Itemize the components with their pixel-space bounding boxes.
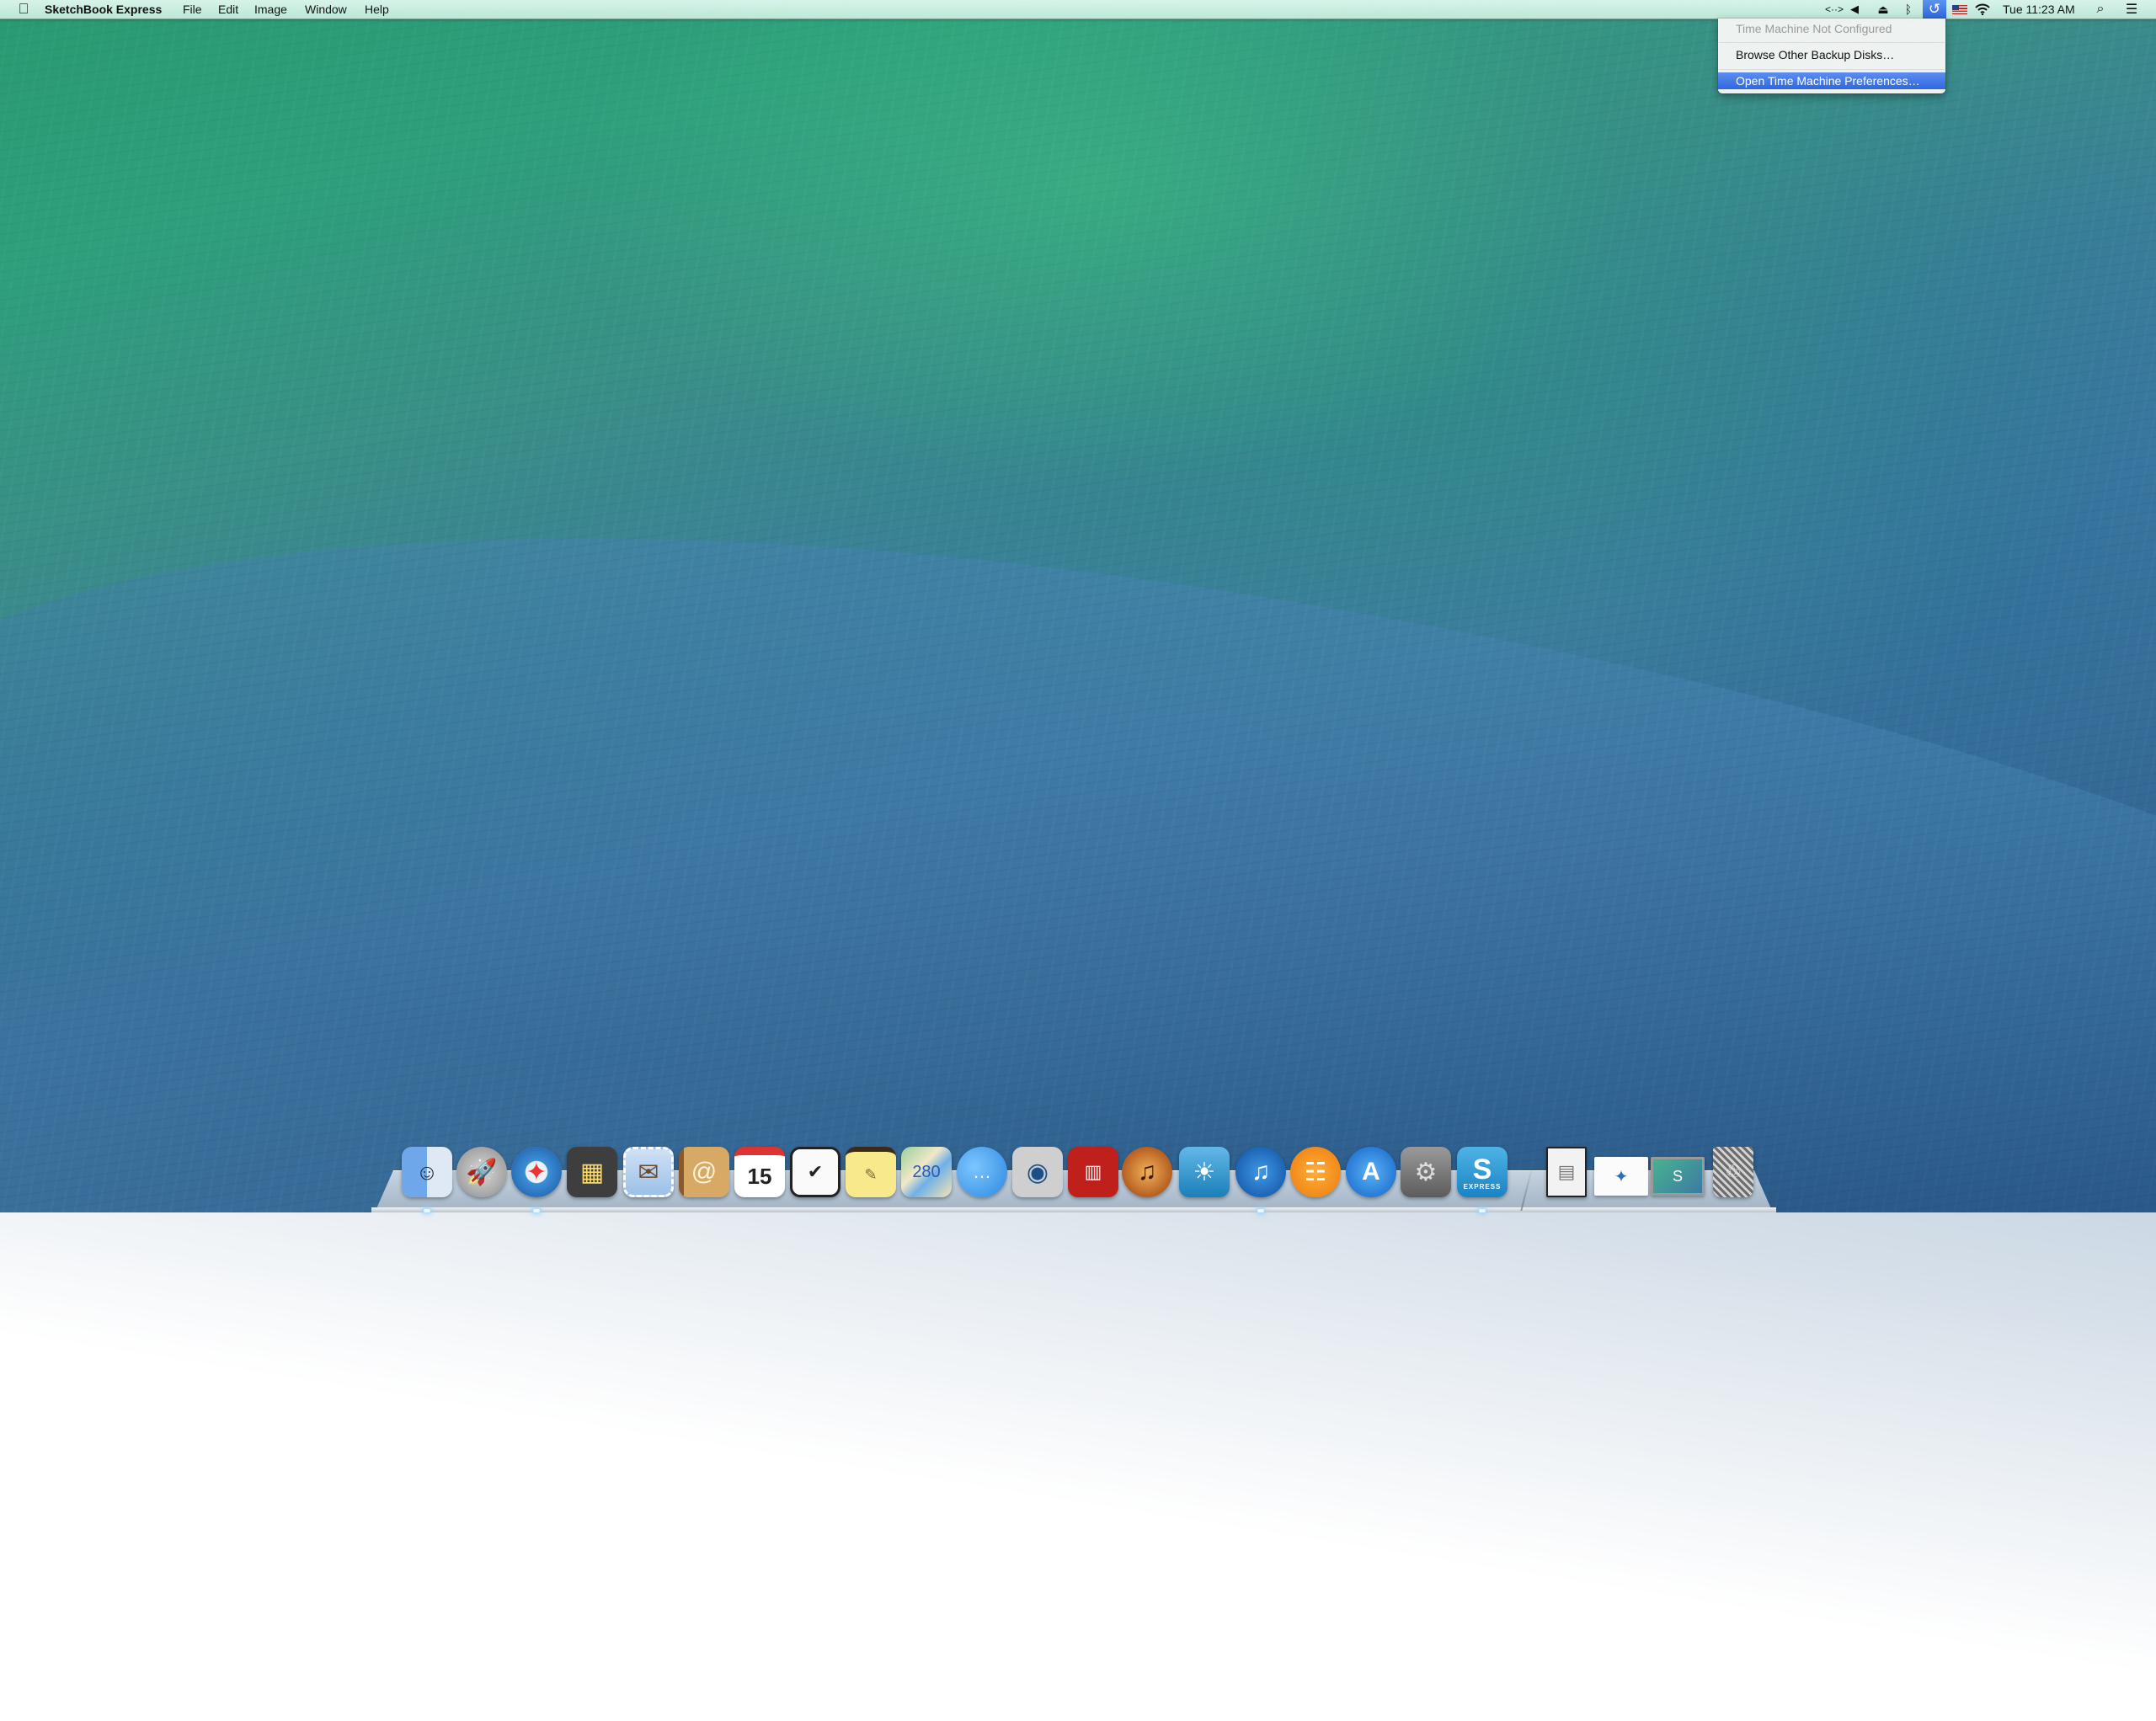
dock-mission-control-icon[interactable]: ▦ (567, 1147, 617, 1197)
dock-notes-icon[interactable]: ✎ (846, 1147, 896, 1197)
menu-item-open-time-machine-preferences[interactable]: Open Time Machine Preferences… (1718, 72, 1945, 89)
sketchbook-express-label: EXPRESS (1463, 1183, 1502, 1191)
dock-facetime-icon[interactable]: ◉ (1012, 1147, 1063, 1197)
menu-item-browse-other-backup-disks[interactable]: Browse Other Backup Disks… (1718, 46, 1945, 63)
wifi-icon[interactable] (1973, 0, 1992, 19)
dock-mail-icon[interactable]: ✉ (623, 1147, 674, 1197)
menu-item-time-machine-not-configured: Time Machine Not Configured (1736, 22, 1892, 35)
dock-app-store-icon[interactable]: A (1346, 1147, 1396, 1197)
dock-maps-icon[interactable]: 280 (901, 1147, 952, 1197)
menu-separator (1719, 69, 1945, 70)
bluetooth-icon[interactable]: ᛒ (1902, 0, 1915, 19)
wifi-glyph (1975, 3, 1990, 15)
menu-separator (1719, 42, 1945, 43)
wallpaper-texture (0, 0, 2156, 1212)
eject-icon[interactable]: ⏏ (1875, 0, 1892, 19)
dock-trash-icon[interactable]: ♲ (1713, 1147, 1753, 1197)
dock-ibooks-icon[interactable]: ☷ (1290, 1147, 1341, 1197)
volume-icon[interactable]: ◀ (1848, 0, 1861, 19)
dock-document-icon[interactable]: ▤ (1546, 1147, 1587, 1197)
dock-iphoto-icon[interactable]: ☀ (1179, 1147, 1230, 1197)
sketchbook-s-glyph: S (1472, 1154, 1492, 1186)
dock-messages-icon[interactable]: … (957, 1147, 1007, 1197)
spotlight-search-icon[interactable]: ⌕ (2093, 0, 2108, 19)
running-indicator-sketchbook (1479, 1209, 1486, 1212)
menu-bar:  SketchBook Express File Edit Image Win… (0, 0, 2156, 19)
running-indicator-itunes (1257, 1209, 1264, 1212)
dock-itunes-icon[interactable]: ♫ (1235, 1147, 1286, 1197)
remote-desktop-icon[interactable]: <··> (1822, 0, 1846, 19)
running-indicator-safari (533, 1209, 540, 1212)
dock-launchpad-icon[interactable]: 🚀 (456, 1147, 507, 1197)
dock-system-preferences-icon[interactable]: ⚙ (1401, 1147, 1451, 1197)
menu-file[interactable]: File (183, 0, 202, 19)
menu-help[interactable]: Help (365, 0, 389, 19)
dock-garageband-icon[interactable]: ♫ (1122, 1147, 1172, 1197)
dock-calendar-icon[interactable]: 15 (734, 1147, 785, 1197)
time-machine-menu: Time Machine Not Configured Browse Other… (1718, 19, 1945, 93)
menu-image[interactable]: Image (254, 0, 287, 19)
menu-bar-clock[interactable]: Tue 11:23 AM (2003, 0, 2075, 19)
dock-safari-icon[interactable]: ✦ (511, 1147, 562, 1197)
dock-minimized-sketchbook-window[interactable]: S (1651, 1157, 1705, 1196)
dock-shelf-edge (371, 1207, 1776, 1212)
dock-minimized-safari-window[interactable]: ✦ (1594, 1157, 1648, 1196)
menu-edit[interactable]: Edit (218, 0, 238, 19)
dock-reminders-icon[interactable]: ✔ (790, 1147, 841, 1197)
menu-window[interactable]: Window (305, 0, 347, 19)
us-flag-canton (1952, 4, 1959, 10)
running-indicator-finder (424, 1209, 430, 1212)
dock-sketchbook-express-icon[interactable]: S EXPRESS (1457, 1147, 1508, 1197)
dock-photo-booth-icon[interactable]: ▥ (1068, 1147, 1118, 1197)
dock-contacts-icon[interactable]: @ (679, 1147, 729, 1197)
apple-menu-icon[interactable]:  (15, 0, 32, 19)
input-source-flag-icon[interactable] (1951, 0, 1969, 19)
us-flag-icon (1952, 4, 1967, 14)
dock-finder-icon[interactable]: ☺ (402, 1147, 452, 1197)
app-menu[interactable]: SketchBook Express (45, 0, 162, 19)
notification-center-icon[interactable]: ☰ (2122, 0, 2141, 19)
time-machine-icon[interactable]: ↺ (1923, 0, 1946, 19)
